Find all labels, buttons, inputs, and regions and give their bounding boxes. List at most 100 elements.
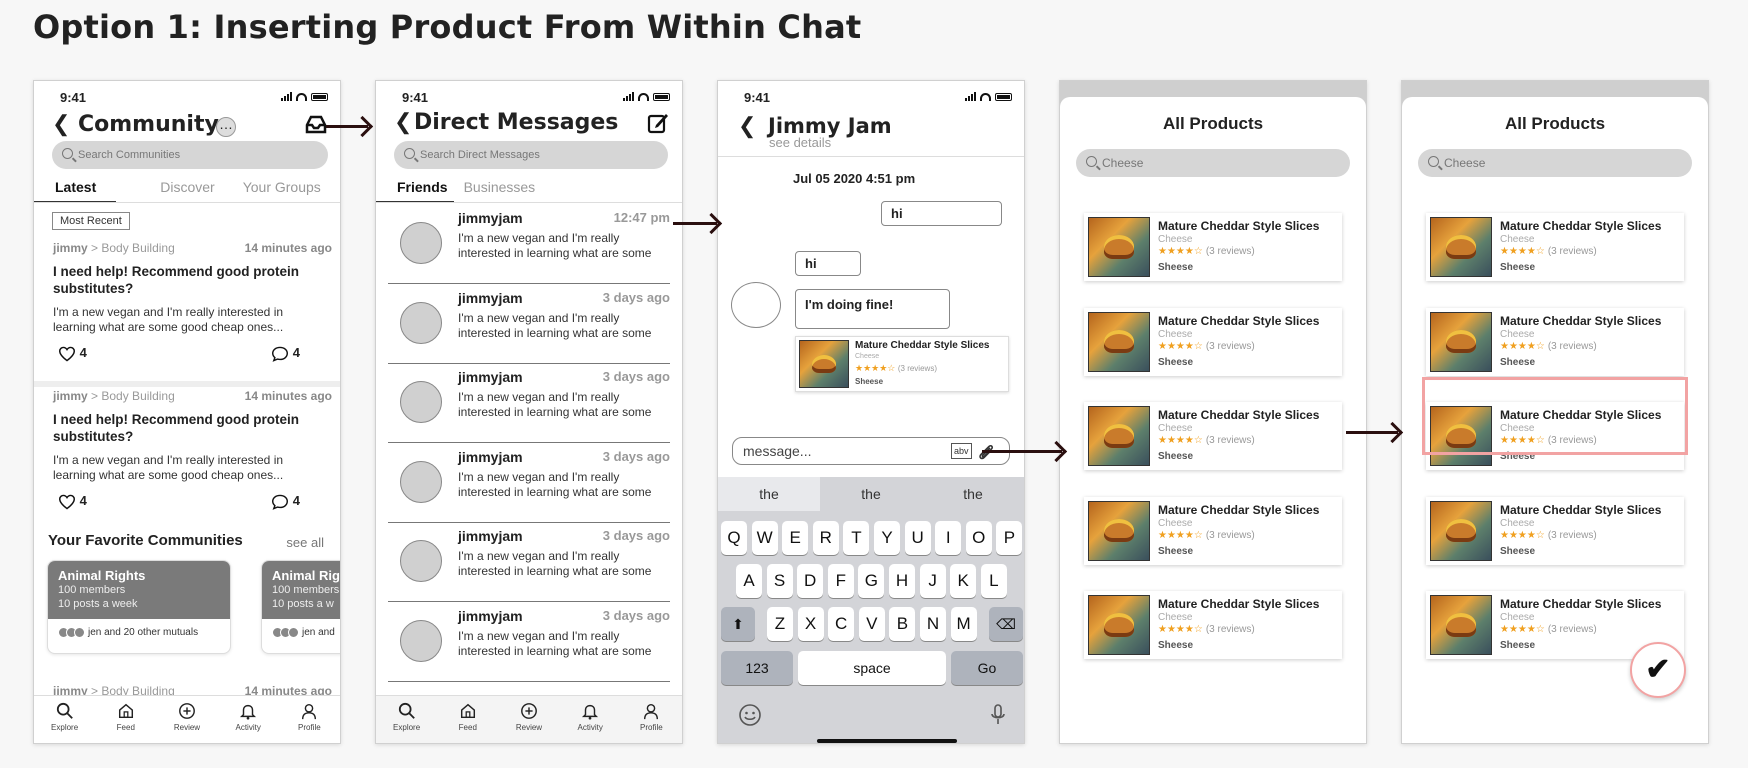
key-m[interactable]: M (950, 607, 977, 641)
key-n[interactable]: N (920, 607, 946, 641)
microphone-icon[interactable] (990, 703, 1006, 727)
rating-stars: ★★★★☆ (1158, 246, 1203, 257)
dm-name: jimmyjam (458, 607, 523, 624)
product-card[interactable]: Mature Cheddar Style Slices Cheese ★★★★☆ (3… (1426, 496, 1684, 565)
key-p[interactable]: P (996, 521, 1023, 555)
go-key[interactable]: Go (951, 651, 1023, 685)
nav-review[interactable]: Review (504, 696, 554, 743)
rating-stars: ★★★★☆ (1500, 529, 1545, 541)
search-input[interactable]: Cheese (1076, 149, 1350, 177)
nav-explore[interactable]: Explore (382, 696, 432, 743)
back-chevron-icon[interactable]: ❮ (52, 111, 70, 137)
key-q[interactable]: Q (721, 521, 747, 555)
key-u[interactable]: U (904, 521, 931, 555)
back-chevron-icon[interactable]: ❮ (738, 113, 756, 139)
suggestion[interactable]: the (820, 477, 922, 511)
tab-friends[interactable]: Friends (397, 179, 448, 195)
key-c[interactable]: C (828, 607, 855, 641)
dm-preview: I'm a new vegan and I'm really intereste… (458, 469, 652, 499)
product-card[interactable]: Mature Cheddar Style Slices Cheese ★★★★☆ (3… (1084, 307, 1342, 376)
key-j[interactable]: J (919, 564, 946, 598)
post-card[interactable]: jimmy > Body Building 14 minutes ago I ne… (34, 389, 340, 529)
numbers-key[interactable]: 123 (721, 651, 793, 685)
tab-your-groups[interactable]: Your Groups (243, 179, 321, 195)
search-input[interactable]: Search Direct Messages (394, 141, 668, 169)
search-input[interactable]: Cheese (1418, 149, 1692, 177)
key-e[interactable]: E (782, 521, 809, 555)
key-f[interactable]: F (827, 564, 854, 598)
key-w[interactable]: W (751, 521, 778, 555)
nav-review[interactable]: Review (162, 696, 212, 743)
post-card[interactable]: jimmy > Body Building 14 minutes ago I ne… (34, 241, 340, 381)
key-i[interactable]: I (935, 521, 962, 555)
community-card[interactable]: Animal Rights 100 members 10 posts a wee… (47, 560, 231, 654)
product-thumbnail (1088, 595, 1150, 655)
dm-row[interactable]: jimmyjam 3 days ago I'm a new vegan and I'… (388, 603, 670, 682)
nav-profile[interactable]: Profile (626, 696, 676, 743)
key-b[interactable]: B (889, 607, 916, 641)
space-key[interactable]: space (798, 651, 946, 685)
nav-feed[interactable]: Feed (101, 696, 151, 743)
key-g[interactable]: G (858, 564, 885, 598)
key-l[interactable]: L (980, 564, 1007, 598)
product-card[interactable]: Mature Cheddar Style Slices Cheese ★★★★☆ (3… (1426, 307, 1684, 376)
key-o[interactable]: O (965, 521, 992, 555)
dm-row[interactable]: jimmyjam 3 days ago I'm a new vegan and I'… (388, 444, 670, 523)
post-user[interactable]: jimmy (53, 389, 88, 403)
suggestion[interactable]: the (718, 477, 820, 511)
key-t[interactable]: T (843, 521, 870, 555)
product-card[interactable]: Mature Cheddar Style Slices Cheese ★★★★☆ (3… (1084, 402, 1342, 470)
key-k[interactable]: K (950, 564, 977, 598)
post-user[interactable]: jimmy (53, 241, 88, 255)
dm-row[interactable]: jimmyjam 3 days ago I'm a new vegan and I'… (388, 285, 670, 364)
key-y[interactable]: Y (874, 521, 900, 555)
nav-activity[interactable]: Activity (223, 696, 273, 743)
dm-row[interactable]: jimmyjam 12:47 pm I'm a new vegan and I'm … (388, 205, 670, 284)
comment-button[interactable]: 4 (271, 345, 300, 362)
search-input[interactable]: Search Communities (52, 141, 328, 169)
like-button[interactable]: 4 (58, 345, 87, 362)
post-group[interactable]: Body Building (101, 389, 174, 403)
tab-businesses[interactable]: Businesses (464, 179, 536, 195)
key-r[interactable]: R (812, 521, 839, 555)
rating-stars: ★★★★☆ (1158, 435, 1203, 446)
comment-button[interactable]: 4 (271, 493, 300, 510)
tab-latest[interactable]: Latest (55, 179, 96, 195)
shift-key[interactable]: ⬆ (721, 607, 755, 641)
confirm-checkmark-button[interactable]: ✔ (1630, 642, 1686, 698)
key-d[interactable]: D (797, 564, 824, 598)
product-card[interactable]: Mature Cheddar Style Slices Cheese ★★★★☆ (3… (1084, 591, 1342, 659)
like-button[interactable]: 4 (58, 493, 87, 510)
status-time: 9:41 (402, 90, 429, 105)
dm-row[interactable]: jimmyjam 3 days ago I'm a new vegan and I'… (388, 523, 670, 602)
emoji-icon[interactable] (738, 703, 762, 727)
product-card[interactable]: Mature Cheddar Style Slices Cheese ★★★★☆ (3… (1426, 213, 1684, 281)
community-card[interactable]: Animal Rig 100 members 10 posts a w jen … (261, 560, 340, 654)
product-card[interactable]: Mature Cheddar Style Slices Cheese ★★★★☆ (3… (1084, 213, 1342, 281)
shared-product-card[interactable]: Mature Cheddar Style Slices Cheese ★★★★☆… (795, 336, 1009, 392)
nav-feed[interactable]: Feed (443, 696, 493, 743)
more-icon[interactable]: … (216, 117, 236, 137)
nav-activity[interactable]: Activity (565, 696, 615, 743)
nav-explore[interactable]: Explore (40, 696, 90, 743)
chat-subtitle[interactable]: see details (769, 135, 831, 150)
back-chevron-icon[interactable]: ❮ (394, 109, 412, 135)
dm-row[interactable]: jimmyjam 3 days ago I'm a new vegan and I'… (388, 364, 670, 443)
key-h[interactable]: H (889, 564, 915, 598)
see-all-link[interactable]: see all (286, 535, 324, 550)
nav-profile[interactable]: Profile (284, 696, 334, 743)
tab-discover[interactable]: Discover (160, 179, 214, 195)
suggestion[interactable]: the (922, 477, 1024, 511)
key-z[interactable]: Z (767, 607, 793, 641)
inbox-icon[interactable] (304, 115, 328, 135)
post-group[interactable]: Body Building (101, 241, 174, 255)
key-a[interactable]: A (736, 564, 762, 598)
compose-icon[interactable] (646, 111, 670, 135)
product-card[interactable]: Mature Cheddar Style Slices Cheese ★★★★☆ (3… (1084, 496, 1342, 565)
key-x[interactable]: X (797, 607, 824, 641)
filter-pill[interactable]: Most Recent (52, 212, 130, 230)
key-s[interactable]: S (766, 564, 793, 598)
abv-button[interactable]: abv (951, 443, 972, 459)
backspace-key[interactable]: ⌫ (989, 607, 1023, 641)
key-v[interactable]: V (858, 607, 885, 641)
